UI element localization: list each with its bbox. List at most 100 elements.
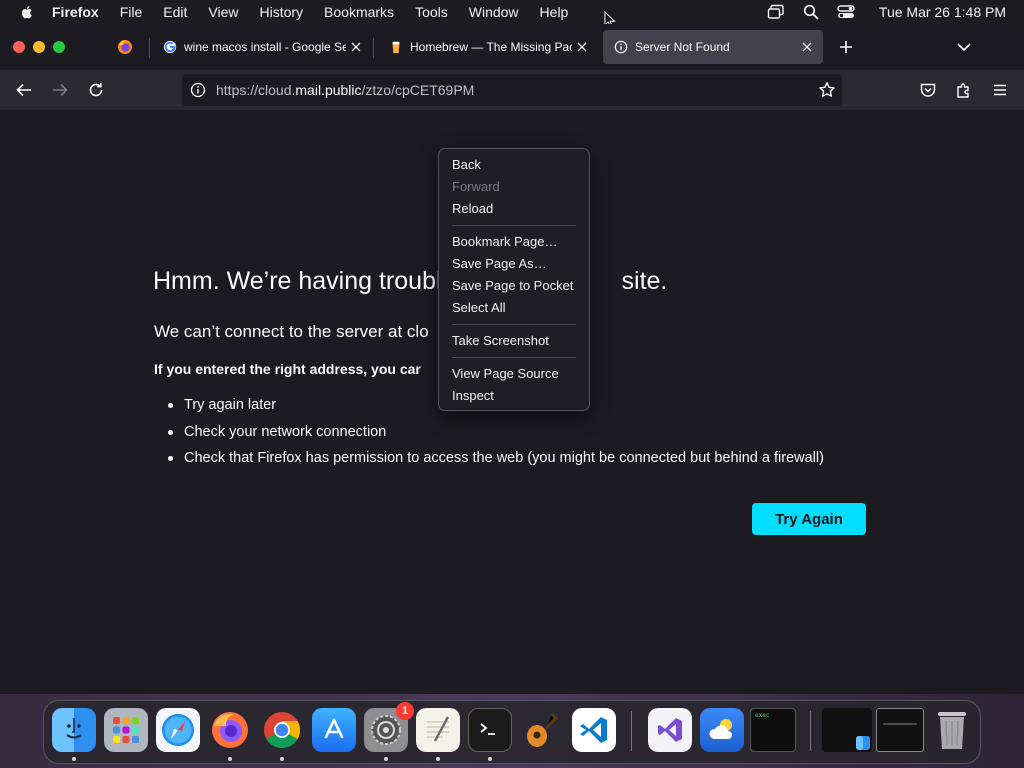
tab-strip: wine macos install - Google Search Homeb… <box>0 24 1024 70</box>
textedit-icon[interactable] <box>416 708 460 752</box>
control-center-icon[interactable] <box>837 4 855 20</box>
context-menu-save-page-as[interactable]: Save Page As… <box>439 253 589 275</box>
tab-separator <box>149 38 150 58</box>
tab-title: wine macos install - Google Search <box>184 40 346 54</box>
zoom-window-button[interactable] <box>53 41 65 53</box>
forward-button[interactable] <box>50 80 70 100</box>
new-tab-icon[interactable] <box>836 37 856 57</box>
site-info-icon[interactable] <box>190 82 206 98</box>
error-title-text: Hmm. We’re having troubl <box>153 267 442 295</box>
close-tab-icon[interactable] <box>572 37 592 57</box>
close-tab-icon[interactable] <box>797 37 817 57</box>
info-icon <box>613 39 629 55</box>
error-title-tail: site. <box>621 267 668 295</box>
address-bar[interactable]: https://cloud. mail.public/ztzo/cpCET69PM <box>182 74 842 106</box>
menu-separator <box>452 225 576 226</box>
context-menu-take-screenshot[interactable]: Take Screenshot <box>439 330 589 352</box>
tab-separator <box>373 38 374 58</box>
reload-icon <box>89 83 103 97</box>
google-icon <box>162 39 178 55</box>
pinned-tab-firefox[interactable] <box>102 28 148 66</box>
url-scheme: https://cloud. <box>216 82 296 98</box>
tab-google-search[interactable]: wine macos install - Google Search <box>152 30 372 64</box>
list-item: Check your network connection <box>154 419 824 446</box>
apple-icon[interactable] <box>19 4 35 20</box>
running-indicator <box>488 757 492 761</box>
dock-separator <box>810 711 811 751</box>
context-menu: Back Forward Reload Bookmark Page… Save … <box>438 148 590 411</box>
running-indicator <box>280 757 284 761</box>
navigation-toolbar: https://cloud. mail.public/ztzo/cpCET69PM <box>0 70 1024 110</box>
context-menu-forward[interactable]: Forward <box>439 176 589 198</box>
try-again-button[interactable]: Try Again <box>752 503 866 535</box>
pocket-button[interactable] <box>918 80 938 100</box>
menu-firefox[interactable]: Firefox <box>52 4 99 20</box>
dock-separator <box>631 711 632 751</box>
menu-file[interactable]: File <box>120 4 143 20</box>
menu-history[interactable]: History <box>259 4 303 20</box>
app-store-icon[interactable] <box>312 708 356 752</box>
list-all-tabs-chevron-icon[interactable] <box>954 37 974 57</box>
tab-server-not-found[interactable]: Server Not Found <box>603 30 823 64</box>
firefox-dock-icon[interactable] <box>208 708 252 752</box>
tab-homebrew[interactable]: Homebrew — The Missing Package Manager <box>378 30 598 64</box>
url-path: /ztzo/cpCET69PM <box>361 82 475 98</box>
firefox-icon <box>118 40 132 54</box>
menu-view[interactable]: View <box>208 4 238 20</box>
arrow-right-icon <box>53 83 68 97</box>
menu-help[interactable]: Help <box>540 4 569 20</box>
menu-window[interactable]: Window <box>469 4 519 20</box>
terminal-icon[interactable] <box>468 708 512 752</box>
minimized-window-terminal[interactable] <box>876 708 924 752</box>
menu-separator <box>452 324 576 325</box>
garageband-icon[interactable] <box>520 708 564 752</box>
context-menu-bookmark-page[interactable]: Bookmark Page… <box>439 231 589 253</box>
url-host: mail.public <box>295 82 362 98</box>
menubar-clock[interactable]: Tue Mar 26 1:48 PM <box>879 4 1006 20</box>
menu-separator <box>452 357 576 358</box>
notification-badge: 1 <box>396 702 414 720</box>
exec-label: exec <box>755 712 770 719</box>
menu-tools[interactable]: Tools <box>415 4 448 20</box>
system-settings-icon[interactable]: 1 <box>364 702 414 752</box>
puzzle-piece-icon <box>957 83 969 98</box>
list-item: Check that Firefox has permission to acc… <box>154 445 824 472</box>
error-short-description: We can’t connect to the server at clo <box>154 322 429 341</box>
screen-mirroring-icon[interactable] <box>767 4 785 20</box>
close-window-button[interactable] <box>13 41 25 53</box>
vscode-icon[interactable] <box>572 708 616 752</box>
spotlight-search-icon[interactable] <box>803 4 819 20</box>
context-menu-back[interactable]: Back <box>439 154 589 176</box>
reload-button[interactable] <box>86 80 106 100</box>
back-button[interactable] <box>14 80 34 100</box>
extensions-button[interactable] <box>954 80 974 100</box>
launchpad-icon[interactable] <box>104 708 148 752</box>
safari-icon[interactable] <box>156 708 200 752</box>
macos-menu-bar: Firefox File Edit View History Bookmarks… <box>0 0 1024 29</box>
running-indicator <box>384 757 388 761</box>
running-indicator <box>228 757 232 761</box>
context-menu-select-all[interactable]: Select All <box>439 297 589 319</box>
minimized-window-finder[interactable] <box>822 708 872 752</box>
context-menu-view-source[interactable]: View Page Source <box>439 363 589 385</box>
bookmark-star-icon[interactable] <box>818 81 836 99</box>
pocket-icon <box>920 83 936 97</box>
homebrew-icon <box>388 39 404 55</box>
error-title: Hmm. We’re having troubl site. <box>153 267 667 296</box>
app-menu-button[interactable] <box>990 80 1010 100</box>
context-menu-reload[interactable]: Reload <box>439 198 589 220</box>
visual-studio-icon[interactable] <box>648 708 692 752</box>
menu-edit[interactable]: Edit <box>163 4 187 20</box>
chrome-icon[interactable] <box>260 708 304 752</box>
weather-icon[interactable] <box>700 708 744 752</box>
trash-icon[interactable] <box>930 708 974 752</box>
context-menu-save-to-pocket[interactable]: Save Page to Pocket <box>439 275 589 297</box>
close-tab-icon[interactable] <box>346 37 366 57</box>
tab-title: Server Not Found <box>635 40 730 54</box>
minimize-window-button[interactable] <box>33 41 45 53</box>
menu-bookmarks[interactable]: Bookmarks <box>324 4 394 20</box>
finder-icon[interactable] <box>52 708 96 752</box>
exec-terminal-icon[interactable]: exec <box>750 708 796 752</box>
context-menu-inspect[interactable]: Inspect <box>439 385 589 407</box>
hamburger-menu-icon <box>994 84 1006 96</box>
